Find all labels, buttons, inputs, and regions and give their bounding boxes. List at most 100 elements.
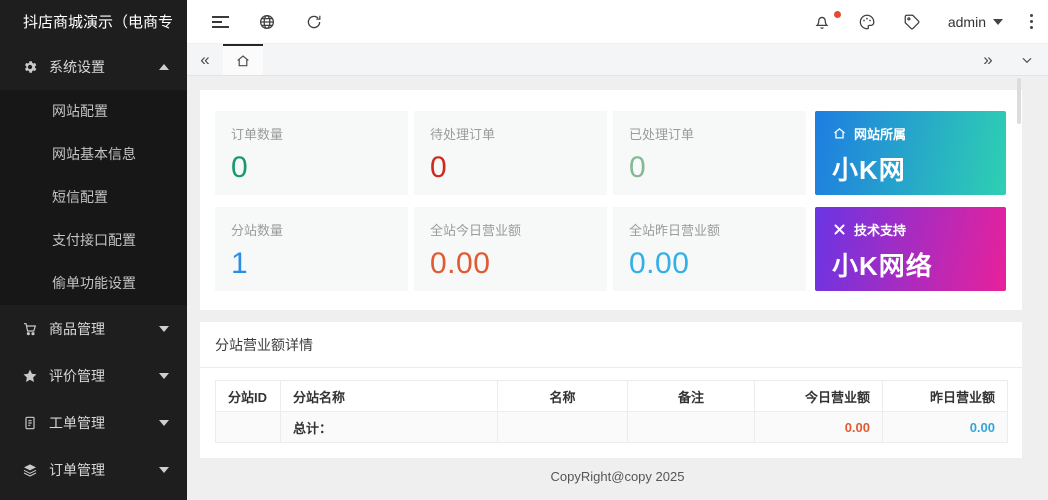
navbar-right-group: admin: [813, 13, 1033, 31]
submenu-system-settings: 网站配置 网站基本信息 短信配置 支付接口配置 偷单功能设置: [0, 90, 187, 305]
notification-dot: [834, 11, 841, 18]
col-remark: 备注: [628, 381, 755, 412]
stats-row-1: 订单数量 0 待处理订单 0 已处理订单 0 网站所属 小K网: [215, 111, 1006, 195]
stat-value: 0.00: [430, 247, 591, 281]
stat-value: 0: [430, 151, 591, 185]
menu-fold-icon[interactable]: [212, 16, 229, 28]
sidebar-item-product-management[interactable]: 商品管理: [0, 305, 187, 352]
col-today-revenue: 今日营业额: [755, 381, 883, 412]
cell-total-yesterday: 0.00: [883, 412, 1008, 443]
chevron-down-icon: [159, 467, 169, 473]
chevron-up-icon: [159, 64, 169, 70]
table-header-row: 分站ID 分站名称 名称 备注 今日营业额 昨日营业额: [216, 381, 1008, 412]
card-label: 网站所属: [854, 124, 906, 143]
tools-icon: [832, 222, 847, 237]
navbar-left-group: [212, 13, 323, 31]
stat-value: 0.00: [629, 247, 790, 281]
layers-icon: [21, 461, 38, 478]
stat-label: 订单数量: [231, 124, 392, 143]
tag-icon[interactable]: [903, 13, 921, 31]
cell-empty: [216, 412, 281, 443]
revenue-detail-panel: 分站营业额详情 分站ID 分站名称 名称 备注 今日营业额 昨日营业额 总计：: [200, 322, 1022, 458]
sidebar-subitem-site-config[interactable]: 网站配置: [0, 90, 187, 133]
stat-value: 0: [629, 151, 790, 185]
col-substation-id: 分站ID: [216, 381, 281, 412]
site-owner-name: 小K网: [832, 150, 989, 187]
chevron-down-icon: [159, 326, 169, 332]
cell-total-today: 0.00: [755, 412, 883, 443]
table-total-row: 总计： 0.00 0.00: [216, 412, 1008, 443]
globe-icon[interactable]: [258, 13, 276, 31]
palette-icon[interactable]: [858, 13, 876, 31]
sidebar-subitem-sms-config[interactable]: 短信配置: [0, 176, 187, 219]
tech-support-label: 技术支持: [832, 220, 989, 239]
col-name: 名称: [498, 381, 628, 412]
copyright-footer: CopyRight@copy 2025: [187, 469, 1048, 484]
table-wrap: 分站ID 分站名称 名称 备注 今日营业额 昨日营业额 总计： 0.00 0.0…: [200, 368, 1022, 458]
sidebar-item-system-settings[interactable]: 系统设置: [0, 44, 187, 90]
site-owner-card: 网站所属 小K网: [815, 111, 1006, 195]
stat-label: 全站昨日营业额: [629, 220, 790, 239]
stat-card-order-count: 订单数量 0: [215, 111, 408, 195]
scroll-tabs-right-button[interactable]: »: [970, 44, 1006, 75]
menu-item-label: 工单管理: [49, 413, 105, 433]
stat-card-substation-count: 分站数量 1: [215, 207, 408, 291]
card-label: 技术支持: [854, 220, 906, 239]
menu-item-label: 订单管理: [49, 460, 105, 480]
scroll-tabs-left-button[interactable]: «: [187, 44, 223, 75]
home-icon: [235, 53, 251, 69]
sidebar-item-order-management[interactable]: 订单管理: [0, 446, 187, 493]
bell-icon[interactable]: [813, 13, 831, 31]
tech-support-card: 技术支持 小K网络: [815, 207, 1006, 291]
substation-revenue-table: 分站ID 分站名称 名称 备注 今日营业额 昨日营业额 总计： 0.00 0.0…: [215, 380, 1008, 443]
cart-icon: [21, 320, 38, 337]
stat-card-processed-orders: 已处理订单 0: [613, 111, 806, 195]
stats-row-2: 分站数量 1 全站今日营业额 0.00 全站昨日营业额 0.00 技术支持 小K…: [215, 207, 1006, 291]
kebab-menu-icon[interactable]: [1030, 14, 1033, 29]
stat-value: 0: [231, 151, 392, 185]
stat-card-yesterday-revenue: 全站昨日营业额 0.00: [613, 207, 806, 291]
menu-item-label: 系统设置: [49, 57, 105, 77]
stat-label: 全站今日营业额: [430, 220, 591, 239]
stat-card-pending-orders: 待处理订单 0: [414, 111, 607, 195]
sidebar-item-workorder-management[interactable]: 工单管理: [0, 399, 187, 446]
stat-label: 已处理订单: [629, 124, 790, 143]
cell-empty: [498, 412, 628, 443]
top-navbar: admin: [187, 0, 1048, 44]
stats-panel: 订单数量 0 待处理订单 0 已处理订单 0 网站所属 小K网 分站数量 1 全…: [200, 90, 1022, 310]
col-yesterday-revenue: 昨日营业额: [883, 381, 1008, 412]
stat-value: 1: [231, 247, 392, 281]
sidebar-subitem-payment-config[interactable]: 支付接口配置: [0, 219, 187, 262]
sidebar-subitem-site-basic-info[interactable]: 网站基本信息: [0, 133, 187, 176]
site-owner-label: 网站所属: [832, 124, 989, 143]
refresh-icon[interactable]: [305, 13, 323, 31]
cell-total-label: 总计：: [281, 412, 498, 443]
chevron-down-icon: [1020, 53, 1034, 67]
scrollbar-thumb[interactable]: [1017, 78, 1021, 124]
user-menu[interactable]: admin: [948, 14, 1003, 30]
gear-icon: [21, 59, 38, 76]
tab-spacer: [263, 44, 970, 75]
cell-empty: [628, 412, 755, 443]
menu-item-label: 商品管理: [49, 319, 105, 339]
tech-support-name: 小K网络: [832, 246, 989, 283]
tab-bar: « »: [187, 44, 1048, 76]
sidebar-subitem-order-steal-config[interactable]: 偷单功能设置: [0, 262, 187, 305]
app-title: 抖店商城演示（电商专: [0, 0, 187, 44]
stat-label: 分站数量: [231, 220, 392, 239]
menu-item-label: 评价管理: [49, 366, 105, 386]
stat-label: 待处理订单: [430, 124, 591, 143]
sidebar: 抖店商城演示（电商专 系统设置 网站配置 网站基本信息 短信配置 支付接口配置 …: [0, 0, 187, 500]
sidebar-item-review-management[interactable]: 评价管理: [0, 352, 187, 399]
chevron-down-icon: [993, 19, 1003, 25]
chevron-down-icon: [159, 373, 169, 379]
chevron-down-icon: [159, 420, 169, 426]
username: admin: [948, 14, 986, 30]
col-substation-name: 分站名称: [281, 381, 498, 412]
tab-actions-dropdown[interactable]: [1006, 44, 1048, 75]
stat-card-today-revenue: 全站今日营业额 0.00: [414, 207, 607, 291]
tab-home[interactable]: [223, 44, 263, 75]
ticket-icon: [21, 414, 38, 431]
star-icon: [21, 367, 38, 384]
house-icon: [832, 126, 847, 141]
